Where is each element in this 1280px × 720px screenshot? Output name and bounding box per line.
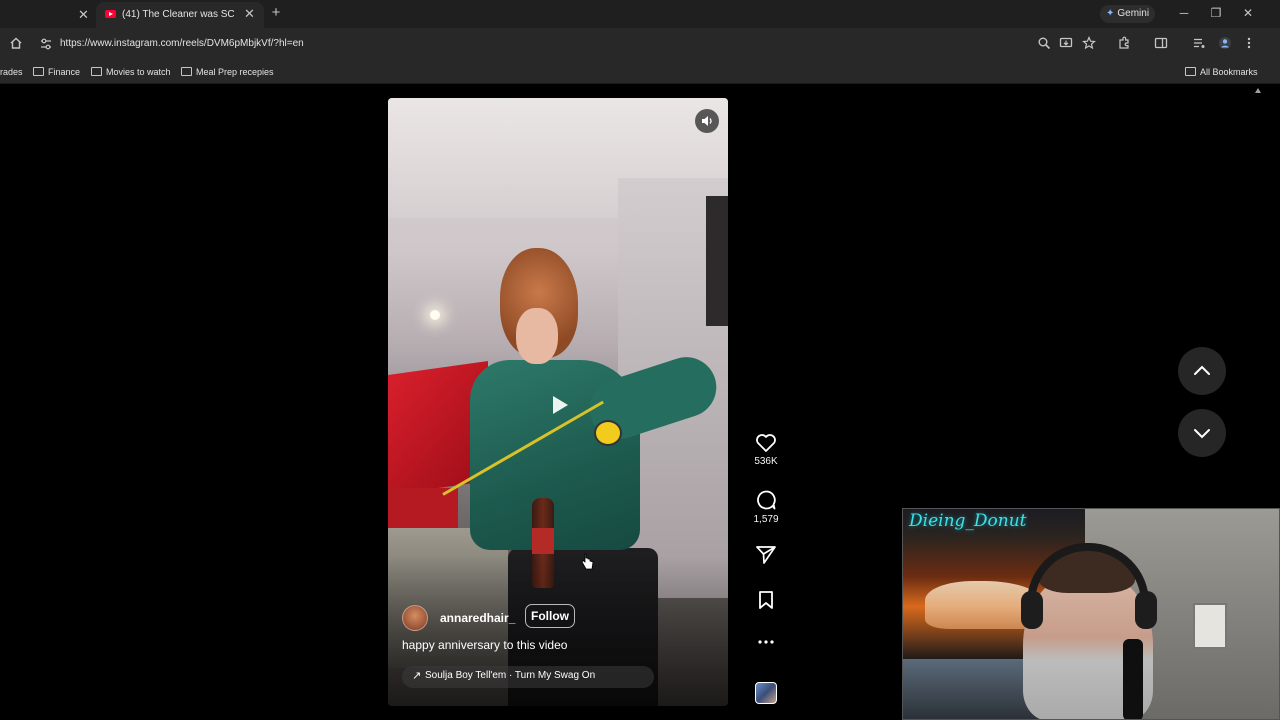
comment-icon: [757, 490, 776, 510]
minimize-window-icon[interactable]: ─: [1177, 6, 1191, 20]
previous-reel-button[interactable]: [1178, 347, 1226, 395]
extensions-icon[interactable]: [1117, 36, 1131, 50]
sound-toggle-button[interactable]: [695, 109, 719, 133]
scroll-up-arrow-icon[interactable]: [1255, 88, 1261, 93]
bookmark-star-icon[interactable]: [1082, 36, 1096, 50]
like-count: 536K: [754, 456, 778, 467]
play-icon[interactable]: [544, 390, 574, 420]
speaker-icon: [702, 116, 712, 126]
webcam-microphone: [1123, 639, 1143, 719]
tab-strip: ✕ (41) The Cleaner was SCARED | ✕ + ✦Gem…: [0, 0, 1280, 28]
streamer-webcam: Dieing_Donut: [902, 508, 1280, 720]
arrow-up-right-icon: ↗: [412, 670, 422, 682]
comment-count: 1,579: [753, 514, 779, 525]
new-tab-plus-icon[interactable]: +: [268, 4, 284, 22]
gemini-label: Gemini: [1117, 8, 1150, 19]
restore-window-icon[interactable]: ❐: [1209, 6, 1223, 20]
reel-caption: happy anniversary to this video: [402, 638, 568, 652]
video-frame-bottle-label: [532, 528, 554, 554]
site-info-icon[interactable]: [39, 37, 53, 51]
zoom-icon[interactable]: [1037, 36, 1051, 50]
all-bookmarks-label: All Bookmarks: [1200, 67, 1258, 77]
bookmark-label: rades: [0, 67, 23, 77]
gemini-sparkle-icon: ✦: [1106, 8, 1115, 19]
bookmark-folder-meal-prep[interactable]: Meal Prep recepies: [181, 65, 274, 79]
video-frame-light: [430, 310, 440, 320]
audio-thumbnail[interactable]: [755, 682, 777, 704]
profile-avatar-icon[interactable]: [1218, 36, 1232, 50]
video-frame-tape-measure: [594, 420, 622, 446]
video-frame-red-cabinet-lower: [388, 488, 458, 528]
reel-video[interactable]: annaredhair_ Follow happy anniversary to…: [388, 98, 728, 706]
close-tab-icon[interactable]: ✕: [244, 6, 255, 22]
install-app-icon[interactable]: [1059, 36, 1073, 50]
folder-icon: [1185, 67, 1196, 76]
media-controls-icon[interactable]: [1192, 36, 1206, 50]
hand-cursor-icon: [581, 553, 594, 570]
bookmark-folder-finance[interactable]: Finance: [33, 65, 80, 79]
folder-icon: [33, 67, 44, 76]
video-frame-panel: [706, 196, 728, 326]
comment-button[interactable]: 1,579: [752, 489, 780, 525]
author-avatar[interactable]: [402, 605, 428, 631]
webcam-headset-ear-right: [1135, 591, 1157, 629]
more-options-button[interactable]: [752, 638, 780, 646]
audio-title: Soulja Boy Tell'em · Turn My Swag On: [425, 670, 596, 681]
omnibox[interactable]: https://www.instagram.com/reels/DVM6pMbj…: [34, 32, 1064, 56]
bookmark-label: Movies to watch: [106, 67, 171, 77]
tab-youtube-active[interactable]: (41) The Cleaner was SCARED | ✕: [96, 2, 264, 28]
tab-title: (41) The Cleaner was SCARED |: [122, 9, 234, 20]
bookmark-label: Meal Prep recepies: [196, 67, 274, 77]
gemini-button[interactable]: ✦ Gemini: [1100, 5, 1156, 23]
webcam-overlay-name: Dieing_Donut: [909, 511, 1027, 531]
bookmark-folder-movies[interactable]: Movies to watch: [91, 65, 171, 79]
youtube-favicon-icon: [105, 10, 116, 18]
follow-button[interactable]: Follow: [525, 604, 575, 628]
like-button[interactable]: 536K: [752, 433, 780, 467]
all-bookmarks-button[interactable]: All Bookmarks: [1185, 65, 1258, 79]
heart-icon: [756, 434, 776, 452]
author-username[interactable]: annaredhair_: [440, 611, 515, 625]
folder-icon: [91, 67, 102, 76]
side-panel-icon[interactable]: [1154, 36, 1168, 50]
bookmark-icon: [759, 591, 773, 609]
bookmark-label: Finance: [48, 67, 81, 77]
folder-icon: [181, 67, 192, 76]
bookmarks-bar: rades Finance Movies to watch Meal Prep …: [0, 60, 1280, 84]
chevron-down-icon: [1194, 429, 1210, 439]
save-button[interactable]: [752, 590, 780, 610]
paper-plane-icon: [756, 546, 776, 564]
audio-attribution[interactable]: ↗ Soulja Boy Tell'em · Turn My Swag On: [402, 666, 654, 688]
more-dots-icon: [758, 640, 774, 644]
page-scrollbar[interactable]: [1252, 85, 1264, 505]
home-icon[interactable]: [9, 36, 23, 50]
url-text: https://www.instagram.com/reels/DVM6pMbj…: [60, 38, 304, 49]
toolbar: https://www.instagram.com/reels/DVM6pMbj…: [0, 28, 1280, 60]
menu-kebab-icon[interactable]: [1242, 36, 1256, 50]
share-button[interactable]: [752, 545, 780, 565]
bookmark-rades[interactable]: rades: [0, 65, 23, 79]
webcam-headset-ear-left: [1021, 591, 1043, 629]
tab-previous[interactable]: ✕: [0, 4, 96, 28]
chevron-up-icon: [1194, 365, 1210, 375]
close-window-icon[interactable]: ✕: [1241, 6, 1255, 20]
next-reel-button[interactable]: [1178, 409, 1226, 457]
webcam-picture-frame: [1193, 603, 1227, 649]
close-tab-icon[interactable]: ✕: [78, 7, 89, 23]
video-frame-person-face: [516, 308, 558, 364]
